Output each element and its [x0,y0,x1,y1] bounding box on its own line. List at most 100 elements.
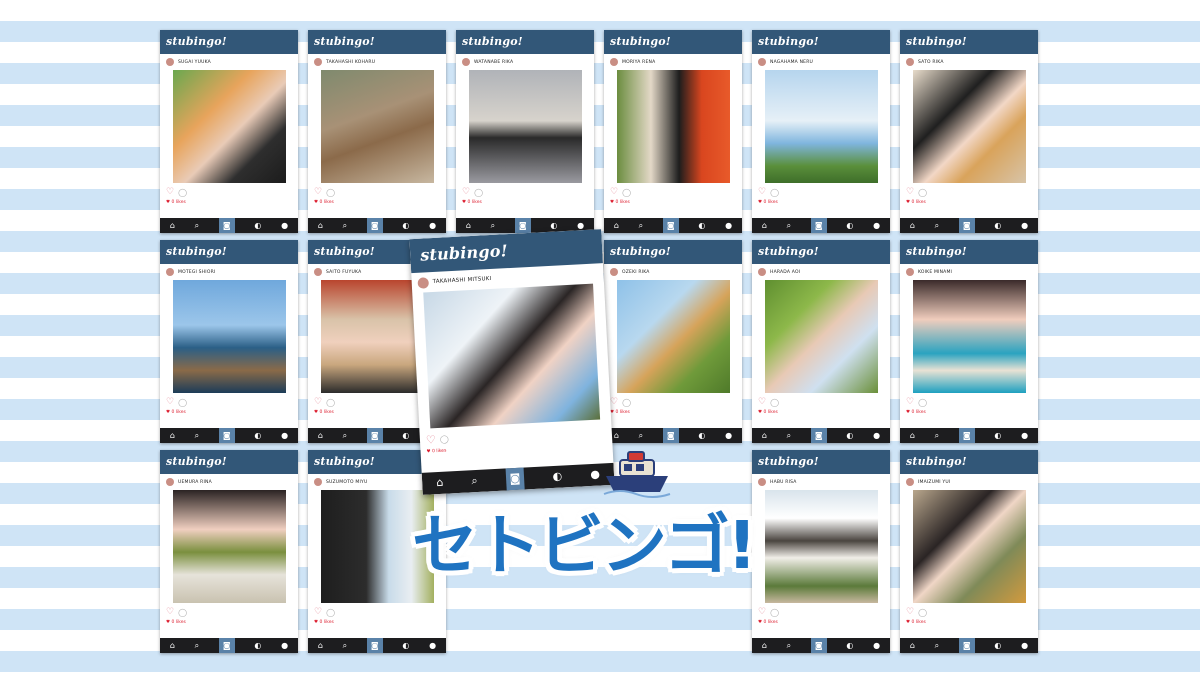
profile-icon[interactable]: ● [725,218,732,233]
heart-icon[interactable]: ♡ [610,397,618,407]
heart-icon[interactable]: ♡ [758,187,766,197]
home-icon[interactable]: ⌂ [614,428,619,443]
profile-icon[interactable]: ● [281,428,288,443]
home-icon[interactable]: ⌂ [762,638,767,653]
home-icon[interactable]: ⌂ [318,428,323,443]
home-icon[interactable]: ⌂ [466,218,471,233]
chat-icon[interactable]: ◐ [402,218,409,233]
heart-icon[interactable]: ♡ [610,187,618,197]
profile-icon[interactable]: ● [725,428,732,443]
avatar[interactable] [417,276,429,289]
comment-icon[interactable]: ◯ [918,188,927,197]
search-icon[interactable]: ⌕ [195,218,199,233]
home-icon[interactable]: ⌂ [318,638,323,653]
photo[interactable] [912,70,1026,183]
heart-icon[interactable]: ♡ [314,397,322,407]
home-icon[interactable]: ⌂ [910,428,915,443]
home-icon[interactable]: ⌂ [318,218,323,233]
photo-card[interactable]: stubingo! UEMURA RINA ♡ ◯ ♥ 0 likes ⌂ ⌕ ◙ ◐ ● [160,450,298,653]
comment-icon[interactable]: ◯ [622,188,631,197]
chat-icon[interactable]: ◐ [254,428,261,443]
home-icon[interactable]: ⌂ [910,218,915,233]
heart-icon[interactable]: ♡ [166,607,174,617]
avatar[interactable] [758,268,766,276]
search-icon[interactable]: ⌕ [935,218,939,233]
home-icon[interactable]: ⌂ [170,218,175,233]
camera-icon[interactable]: ◙ [218,428,235,443]
avatar[interactable] [906,58,914,66]
comment-icon[interactable]: ◯ [326,398,335,407]
profile-icon[interactable]: ● [1021,218,1028,233]
home-icon[interactable]: ⌂ [762,428,767,443]
search-icon[interactable]: ⌕ [343,428,347,443]
heart-icon[interactable]: ♡ [314,607,322,617]
camera-icon[interactable]: ◙ [810,428,827,443]
camera-icon[interactable]: ◙ [810,638,827,653]
search-icon[interactable]: ⌕ [787,638,791,653]
photo[interactable] [172,490,286,603]
comment-icon[interactable]: ◯ [178,188,187,197]
heart-icon[interactable]: ♡ [758,397,766,407]
avatar[interactable] [166,268,174,276]
comment-icon[interactable]: ◯ [770,608,779,617]
camera-icon[interactable]: ◙ [958,638,975,653]
photo[interactable] [764,280,878,393]
profile-icon[interactable]: ● [1021,638,1028,653]
home-icon[interactable]: ⌂ [436,472,444,494]
camera-icon[interactable]: ◙ [958,218,975,233]
avatar[interactable] [758,58,766,66]
chat-icon[interactable]: ◐ [994,428,1001,443]
heart-icon[interactable]: ♡ [166,397,174,407]
photo-card[interactable]: stubingo! MORIYA RENA ♡ ◯ ♥ 0 likes ⌂ ⌕ ◙ ◐ ● [604,30,742,233]
camera-icon[interactable]: ◙ [218,638,235,653]
chat-icon[interactable]: ◐ [846,218,853,233]
search-icon[interactable]: ⌕ [935,638,939,653]
chat-icon[interactable]: ◐ [698,218,705,233]
photo-card[interactable]: stubingo! WATANABE RIKA ♡ ◯ ♥ 0 likes ⌂ ⌕ ◙… [456,30,594,233]
photo-card[interactable]: stubingo! OZEKI RIKA ♡ ◯ ♥ 0 likes ⌂ ⌕ ◙ ◐ ● [604,240,742,443]
search-icon[interactable]: ⌕ [343,218,347,233]
heart-icon[interactable]: ♡ [166,187,174,197]
avatar[interactable] [314,58,322,66]
search-icon[interactable]: ⌕ [787,428,791,443]
photo-card[interactable]: stubingo! MOTEGI SHIORI ♡ ◯ ♥ 0 likes ⌂ ⌕ ◙… [160,240,298,443]
comment-icon[interactable]: ◯ [326,188,335,197]
photo[interactable] [616,280,730,393]
avatar[interactable] [610,268,618,276]
search-icon[interactable]: ⌕ [195,428,199,443]
photo-card[interactable]: stubingo! IMAIZUMI YUI ♡ ◯ ♥ 0 likes ⌂ ⌕ ◙ ◐… [900,450,1038,653]
avatar[interactable] [906,478,914,486]
chat-icon[interactable]: ◐ [994,218,1001,233]
chat-icon[interactable]: ◐ [994,638,1001,653]
chat-icon[interactable]: ◐ [402,638,409,653]
heart-icon[interactable]: ♡ [462,187,470,197]
profile-icon[interactable]: ● [1021,428,1028,443]
photo[interactable] [423,283,601,429]
avatar[interactable] [462,58,470,66]
photo-card[interactable]: stubingo! SUGAI YUUKA ♡ ◯ ♥ 0 likes ⌂ ⌕ ◙ ◐ ● [160,30,298,233]
avatar[interactable] [314,268,322,276]
photo[interactable] [468,70,582,183]
search-icon[interactable]: ⌕ [343,638,347,653]
camera-icon[interactable]: ◙ [366,218,383,233]
photo-card[interactable]: stubingo! TAKAHASHI KOHARU ♡ ◯ ♥ 0 likes … [308,30,446,233]
comment-icon[interactable]: ◯ [326,608,335,617]
camera-icon[interactable]: ◙ [662,218,679,233]
home-icon[interactable]: ⌂ [170,638,175,653]
chat-icon[interactable]: ◐ [552,466,563,488]
profile-icon[interactable]: ● [873,428,880,443]
photo-card[interactable]: stubingo! SATO RIKA ♡ ◯ ♥ 0 likes ⌂ ⌕ ◙ ◐ ● [900,30,1038,233]
search-icon[interactable]: ⌕ [639,218,643,233]
camera-icon[interactable]: ◙ [514,218,531,233]
camera-icon[interactable]: ◙ [810,218,827,233]
photo[interactable] [320,70,434,183]
photo[interactable] [912,280,1026,393]
chat-icon[interactable]: ◐ [846,428,853,443]
featured-photo-card[interactable]: stubingo! TAKAHASHI MITSUKI ♡ ◯ ♥ 0 likes… [409,229,615,495]
search-icon[interactable]: ⌕ [471,470,478,492]
photo-card[interactable]: stubingo! HARADA AOI ♡ ◯ ♥ 0 likes ⌂ ⌕ ◙ ◐ ● [752,240,890,443]
home-icon[interactable]: ⌂ [170,428,175,443]
avatar[interactable] [610,58,618,66]
camera-icon[interactable]: ◙ [366,428,383,443]
comment-icon[interactable]: ◯ [622,398,631,407]
